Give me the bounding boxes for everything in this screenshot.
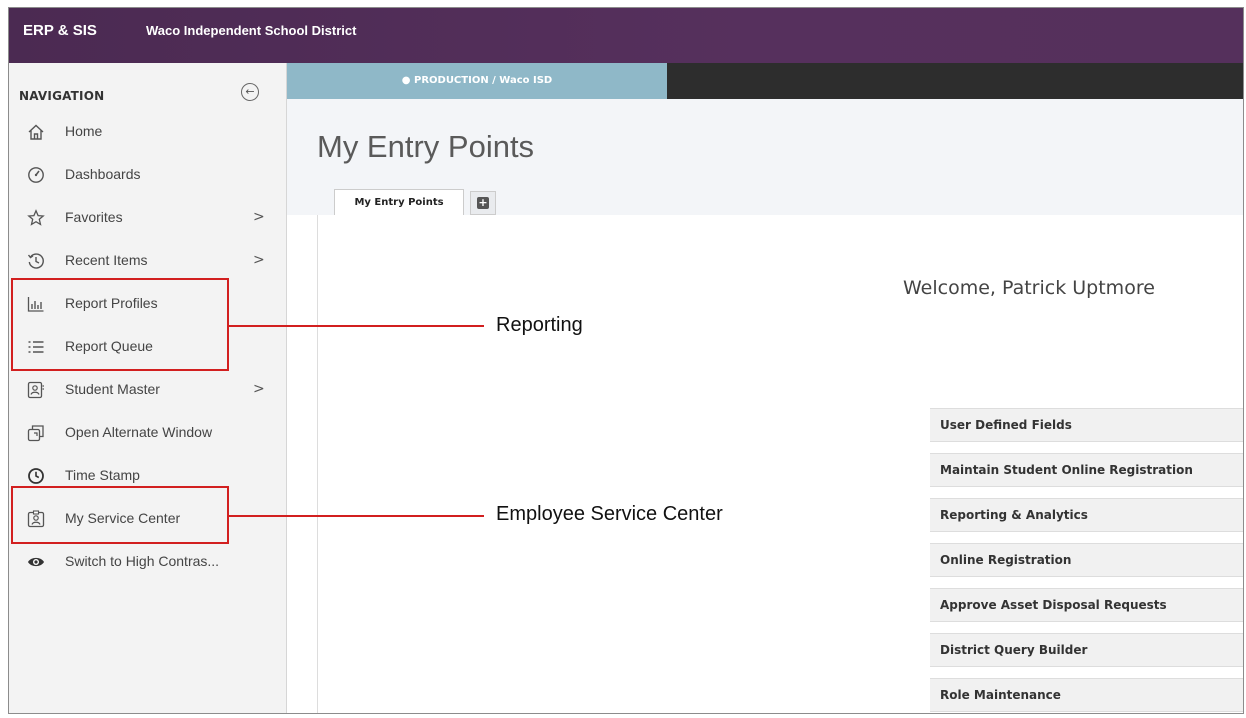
sidebar-item-student-master[interactable]: Student Master >	[9, 371, 286, 411]
app-name[interactable]: ERP & SIS	[23, 22, 97, 39]
service-center-callout-box	[11, 486, 229, 544]
service-center-leader-line	[229, 515, 484, 517]
reporting-annotation: Reporting	[496, 314, 583, 336]
sidebar-item-label: Student Master	[65, 381, 160, 397]
sidebar-item-open-alternate-window[interactable]: Open Alternate Window	[9, 414, 286, 454]
chevron-right-icon: >	[253, 209, 265, 225]
sidebar-item-recent-items[interactable]: Recent Items >	[9, 242, 286, 282]
sidebar-item-label: Switch to High Contras...	[65, 553, 220, 569]
sidebar-item-dashboards[interactable]: Dashboards	[9, 156, 286, 196]
sidebar-item-home[interactable]: Home	[9, 113, 286, 153]
dashboard-gauge-icon	[27, 166, 45, 184]
chevron-right-icon: >	[253, 381, 265, 397]
entry-point-item[interactable]: Approve Asset Disposal Requests	[930, 588, 1243, 622]
sidebar-item-high-contrast[interactable]: Switch to High Contras...	[9, 543, 286, 583]
sidebar-item-label: Home	[65, 123, 103, 139]
environment-bar: ● PRODUCTION / Waco ISD	[287, 63, 1243, 99]
sidebar-item-label: Open Alternate Window	[65, 424, 213, 440]
student-card-icon	[27, 381, 45, 399]
add-tab-button[interactable]: +	[470, 191, 496, 215]
entry-point-item[interactable]: Online Registration	[930, 543, 1243, 577]
entry-point-item[interactable]: Reporting & Analytics	[930, 498, 1243, 532]
top-bar: ERP & SIS Waco Independent School Distri…	[9, 8, 1243, 63]
chevron-right-icon: >	[253, 252, 265, 268]
navigation-sidebar: NAVIGATION ← Home Dashboards Favorites >	[9, 63, 287, 713]
environment-label: PRODUCTION / Waco ISD	[413, 75, 553, 86]
page-title: My Entry Points	[317, 129, 535, 164]
entry-points-panel: Welcome, Patrick Uptmore User Defined Fi…	[317, 215, 1243, 713]
tab-my-entry-points[interactable]: My Entry Points	[334, 189, 464, 217]
home-icon	[27, 123, 45, 141]
main-area: ● PRODUCTION / Waco ISD My Entry Points …	[287, 63, 1243, 713]
clock-icon	[27, 467, 45, 485]
sidebar-item-label: Dashboards	[65, 166, 141, 182]
sidebar-item-favorites[interactable]: Favorites >	[9, 199, 286, 239]
entry-point-item[interactable]: Role Maintenance	[930, 678, 1243, 712]
sidebar-item-label: Favorites	[65, 209, 123, 225]
reporting-leader-line	[229, 325, 484, 327]
plus-square-icon: +	[477, 196, 489, 209]
new-window-icon	[27, 424, 45, 442]
circle-arrow-left-icon[interactable]: ←	[241, 83, 259, 101]
sidebar-item-label: Time Stamp	[65, 467, 140, 483]
globe-icon: ●	[401, 75, 411, 86]
history-icon	[27, 252, 45, 270]
sidebar-item-label: Recent Items	[65, 252, 148, 268]
district-name: Waco Independent School District	[146, 23, 357, 38]
eye-icon	[27, 553, 45, 571]
star-icon	[27, 209, 45, 227]
navigation-heading: NAVIGATION	[19, 89, 105, 103]
welcome-message: Welcome, Patrick Uptmore	[903, 277, 1155, 299]
entry-point-item[interactable]: District Query Builder	[930, 633, 1243, 667]
page-header: My Entry Points My Entry Points +	[287, 99, 1243, 217]
environment-tab[interactable]: ● PRODUCTION / Waco ISD	[287, 63, 667, 99]
entry-point-item[interactable]: Maintain Student Online Registration	[930, 453, 1243, 487]
entry-point-item[interactable]: User Defined Fields	[930, 408, 1243, 442]
service-center-annotation: Employee Service Center	[496, 503, 723, 525]
reporting-callout-box	[11, 278, 229, 371]
